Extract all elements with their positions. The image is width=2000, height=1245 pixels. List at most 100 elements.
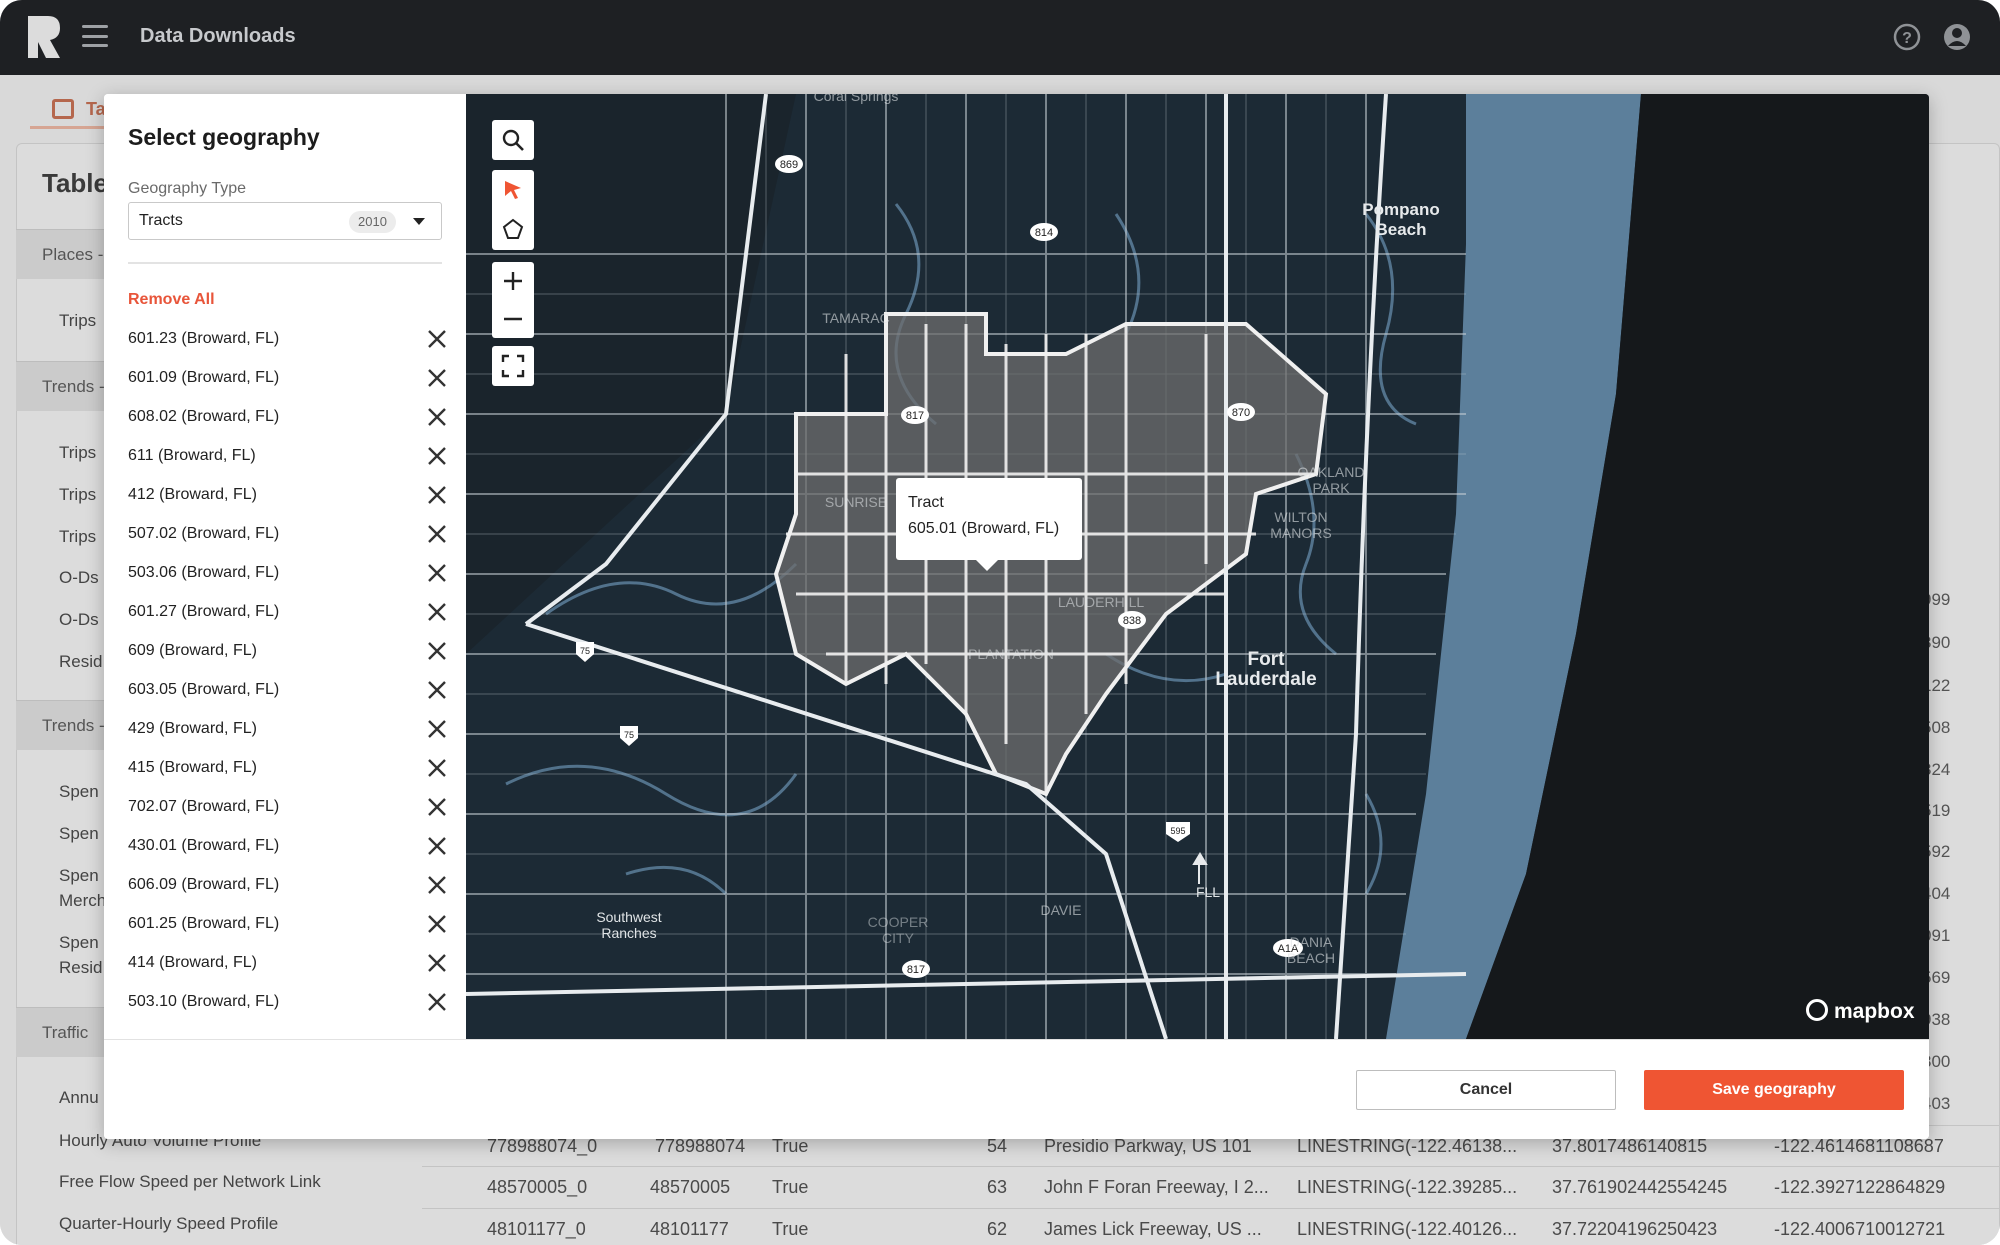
close-icon[interactable] bbox=[426, 757, 448, 779]
fullscreen-button[interactable] bbox=[492, 346, 534, 386]
hamburger-menu-icon[interactable] bbox=[82, 25, 108, 47]
close-icon[interactable] bbox=[426, 679, 448, 701]
geography-type-label: Geography Type bbox=[128, 180, 247, 197]
list-item[interactable]: Resid bbox=[59, 956, 102, 980]
svg-text:75: 75 bbox=[624, 730, 634, 740]
geography-type-select[interactable]: Tracts 2010 bbox=[128, 202, 442, 240]
list-item[interactable]: Trips bbox=[59, 483, 96, 507]
list-item[interactable]: Annu bbox=[59, 1086, 99, 1110]
map-label-cooper-city: COOPER CITY bbox=[867, 914, 929, 946]
close-icon[interactable] bbox=[426, 445, 448, 467]
close-icon[interactable] bbox=[426, 913, 448, 935]
close-icon[interactable] bbox=[426, 718, 448, 740]
close-icon[interactable] bbox=[426, 796, 448, 818]
list-item: 601.09 (Broward, FL) bbox=[128, 363, 446, 393]
pointer-select-icon[interactable] bbox=[502, 178, 524, 202]
svg-text:595: 595 bbox=[1170, 826, 1185, 836]
list-item[interactable]: Quarter-Hourly Speed Profile bbox=[59, 1212, 278, 1236]
cancel-button[interactable]: Cancel bbox=[1356, 1070, 1616, 1110]
list-item[interactable]: Resid bbox=[59, 650, 102, 674]
close-icon[interactable] bbox=[426, 367, 448, 389]
close-icon[interactable] bbox=[426, 835, 448, 857]
close-icon[interactable] bbox=[426, 406, 448, 428]
svg-text:869: 869 bbox=[780, 159, 798, 171]
caret-down-icon bbox=[413, 218, 425, 225]
close-icon[interactable] bbox=[426, 640, 448, 662]
list-item: 507.02 (Broward, FL) bbox=[128, 519, 446, 549]
table-icon bbox=[52, 99, 74, 119]
geography-map[interactable]: 869 814 817 870 838 75 75 595 817 A1A Po… bbox=[466, 94, 1929, 1039]
table-row[interactable]: 48570005_0 48570005 True 63 John F Foran… bbox=[422, 1166, 2000, 1208]
map-label-pompano-beach: Pompano Beach bbox=[1362, 200, 1440, 239]
app-header: Data Downloads ? bbox=[0, 0, 2000, 75]
select-geography-dialog: Select geography Geography Type Tracts 2… bbox=[104, 94, 1929, 1139]
list-item[interactable]: Merch bbox=[59, 889, 106, 913]
map-label-fll: FLL bbox=[1195, 884, 1221, 900]
list-item[interactable]: Spen bbox=[59, 780, 99, 804]
map-label-davie: DAVIE bbox=[1040, 902, 1082, 918]
close-icon[interactable] bbox=[426, 991, 448, 1013]
list-item[interactable]: Spen bbox=[59, 931, 99, 955]
list-item[interactable]: Spen bbox=[59, 822, 99, 846]
list-item: 601.23 (Broward, FL) bbox=[128, 324, 446, 354]
list-item: 609 (Broward, FL) bbox=[128, 636, 446, 666]
fullscreen-icon bbox=[501, 354, 525, 378]
tooltip-value: 605.01 (Broward, FL) bbox=[908, 520, 1060, 537]
close-icon[interactable] bbox=[426, 874, 448, 896]
svg-text:838: 838 bbox=[1123, 615, 1141, 627]
svg-text:814: 814 bbox=[1035, 227, 1053, 239]
table-row[interactable]: 48101177_0 48101177 True 62 James Lick F… bbox=[422, 1208, 2000, 1245]
list-item[interactable]: Spen bbox=[59, 864, 99, 888]
svg-text:?: ? bbox=[1902, 30, 1912, 47]
polygon-draw-icon[interactable] bbox=[502, 218, 524, 240]
page-title: Table bbox=[42, 168, 108, 198]
close-icon[interactable] bbox=[426, 523, 448, 545]
list-item[interactable]: O-Ds bbox=[59, 608, 99, 632]
map-label-oakland-park: OAKLAND PARK bbox=[1297, 464, 1365, 496]
list-item[interactable]: Free Flow Speed per Network Link bbox=[59, 1170, 321, 1194]
user-avatar-icon[interactable] bbox=[1942, 22, 1972, 52]
list-item: 601.25 (Broward, FL) bbox=[128, 909, 446, 939]
app-logo[interactable] bbox=[26, 14, 62, 60]
zoom-out-icon[interactable] bbox=[502, 308, 524, 330]
map-label-southwest-ranches: Southwest Ranches bbox=[596, 909, 662, 941]
divider bbox=[128, 262, 442, 264]
svg-text:75: 75 bbox=[580, 646, 590, 656]
app-title: Data Downloads bbox=[140, 25, 296, 47]
svg-text:817: 817 bbox=[906, 410, 924, 422]
map-label-coral-springs: Coral Springs bbox=[813, 94, 899, 104]
close-icon[interactable] bbox=[426, 952, 448, 974]
close-icon[interactable] bbox=[426, 562, 448, 584]
map-label-sunrise: SUNRISE bbox=[824, 494, 888, 510]
list-item: 412 (Broward, FL) bbox=[128, 480, 446, 510]
list-item[interactable]: Trips bbox=[59, 309, 96, 333]
svg-text:817: 817 bbox=[907, 964, 925, 976]
list-item: 430.01 (Broward, FL) bbox=[128, 831, 446, 861]
list-item[interactable]: Trips bbox=[59, 441, 96, 465]
close-icon[interactable] bbox=[426, 484, 448, 506]
close-icon[interactable] bbox=[426, 601, 448, 623]
list-item[interactable]: Trips bbox=[59, 525, 96, 549]
app-window: Data Downloads ? Ta Table Places - Trips… bbox=[0, 0, 2000, 1245]
list-item: 415 (Broward, FL) bbox=[128, 753, 446, 783]
save-geography-button[interactable]: Save geography bbox=[1644, 1070, 1904, 1110]
geography-type-value: Tracts bbox=[139, 212, 183, 229]
map-label-dania-beach: DANIA BEACH bbox=[1286, 934, 1336, 966]
list-item: 603.05 (Broward, FL) bbox=[128, 675, 446, 705]
year-badge: 2010 bbox=[349, 211, 396, 233]
selected-geographies-list: 601.23 (Broward, FL) 601.09 (Broward, FL… bbox=[104, 322, 466, 1022]
list-item: 503.06 (Broward, FL) bbox=[128, 558, 446, 588]
map-label-lauderhill: LAUDERHILL bbox=[1057, 594, 1145, 610]
dialog-title: Select geography bbox=[128, 124, 320, 150]
dialog-footer: Cancel Save geography bbox=[104, 1039, 1929, 1139]
help-icon[interactable]: ? bbox=[1892, 22, 1922, 52]
zoom-in-icon[interactable] bbox=[502, 270, 524, 292]
zoom-controls bbox=[492, 262, 534, 338]
list-item[interactable]: O-Ds bbox=[59, 566, 99, 590]
list-item: 429 (Broward, FL) bbox=[128, 714, 446, 744]
close-icon[interactable] bbox=[426, 328, 448, 350]
mapbox-attribution[interactable]: mapbox bbox=[1806, 999, 1915, 1025]
map-label-wilton-manors: WILTON MANORS bbox=[1270, 509, 1332, 541]
remove-all-button[interactable]: Remove All bbox=[128, 291, 215, 309]
map-search-button[interactable] bbox=[492, 120, 534, 160]
